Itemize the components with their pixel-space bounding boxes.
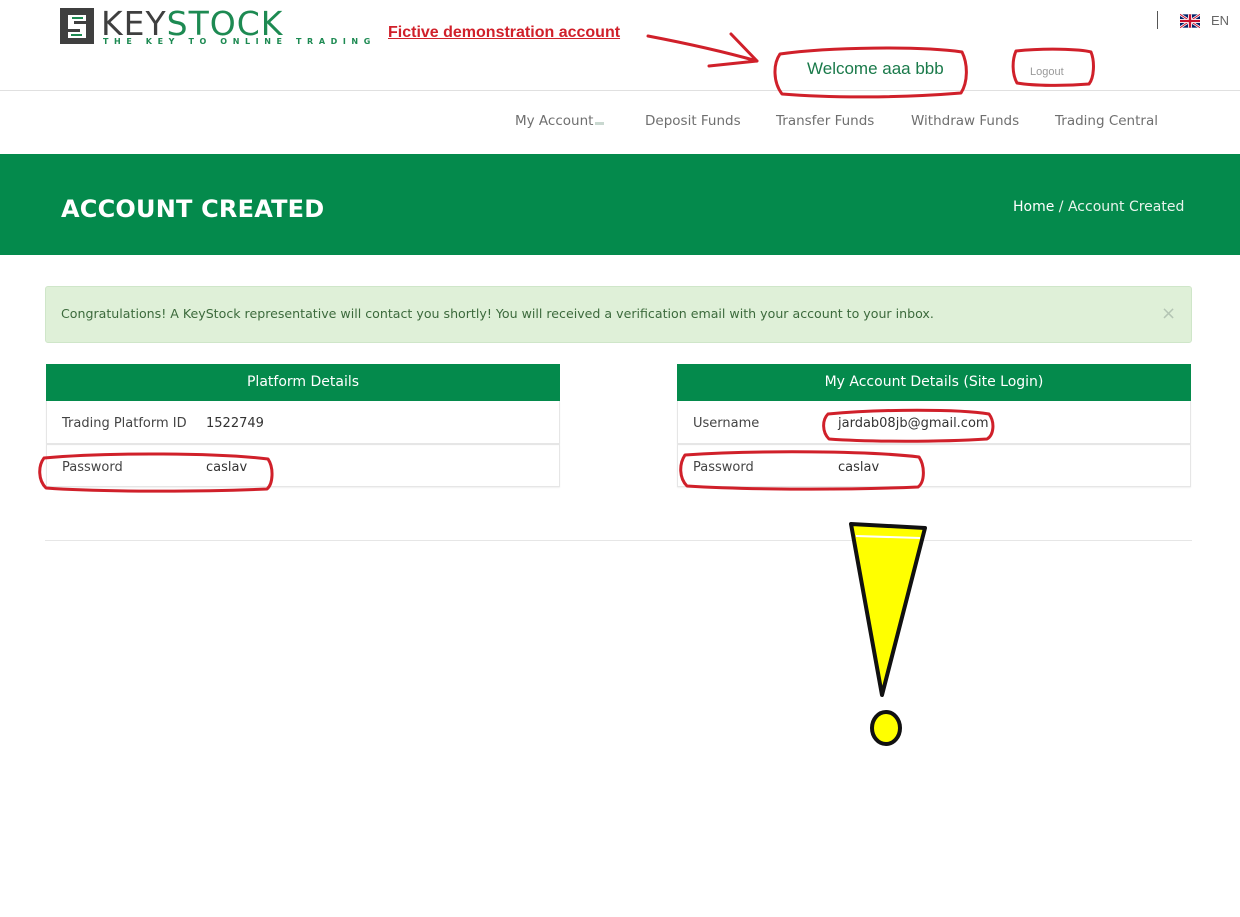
nav-transfer-funds[interactable]: Transfer Funds [776, 113, 874, 129]
language-separator [1157, 11, 1158, 29]
submenu-indicator-icon [595, 122, 604, 125]
table-row: Password caslav [677, 444, 1191, 487]
breadcrumb-home-link[interactable]: Home [1013, 199, 1054, 215]
account-details-table: My Account Details (Site Login) Username… [677, 364, 1191, 487]
page-title: ACCOUNT CREATED [61, 195, 325, 223]
platform-details-heading: Platform Details [46, 364, 560, 401]
platform-id-value: 1522749 [206, 416, 264, 431]
table-row: Trading Platform ID 1522749 [46, 401, 560, 444]
nav-trading-central[interactable]: Trading Central [1055, 113, 1158, 129]
table-row: Username jardab08jb@gmail.com [677, 401, 1191, 444]
language-selector[interactable]: EN [1211, 13, 1229, 28]
breadcrumb: Home / Account Created [1013, 199, 1184, 215]
table-row: Password caslav [46, 444, 560, 487]
logo-tagline: THE KEY TO ONLINE TRADING [103, 37, 376, 46]
username-label: Username [693, 416, 760, 431]
annotation-title: Fictive demonstration account [388, 24, 621, 41]
uk-flag-icon[interactable] [1180, 13, 1200, 29]
platform-id-label: Trading Platform ID [62, 416, 187, 431]
platform-password-value: caslav [206, 460, 248, 475]
close-icon[interactable]: × [1161, 303, 1176, 324]
nav-deposit-funds[interactable]: Deposit Funds [645, 113, 741, 129]
keystock-logo-icon [60, 8, 94, 44]
logout-link[interactable]: Logout [1030, 66, 1064, 78]
account-details-heading: My Account Details (Site Login) [677, 364, 1191, 401]
platform-password-label: Password [62, 460, 123, 475]
username-value: jardab08jb@gmail.com [838, 416, 989, 431]
breadcrumb-separator: / [1054, 199, 1068, 215]
account-password-value: caslav [838, 460, 880, 475]
breadcrumb-current: Account Created [1067, 199, 1185, 215]
account-password-label: Password [693, 460, 754, 475]
nav-withdraw-funds[interactable]: Withdraw Funds [911, 113, 1019, 129]
nav-my-account[interactable]: My Account [515, 113, 593, 129]
success-alert-text: Congratulations! A KeyStock representati… [61, 306, 934, 321]
keystock-logo[interactable]: KEYSTOCK THE KEY TO ONLINE TRADING [59, 4, 370, 49]
content-divider [45, 540, 1192, 541]
annotation-arrow-icon [646, 32, 759, 68]
platform-details-table: Platform Details Trading Platform ID 152… [46, 364, 560, 487]
header-divider [0, 90, 1240, 91]
welcome-text: Welcome aaa bbb [807, 59, 944, 78]
exclamation-warning-icon [849, 522, 927, 746]
